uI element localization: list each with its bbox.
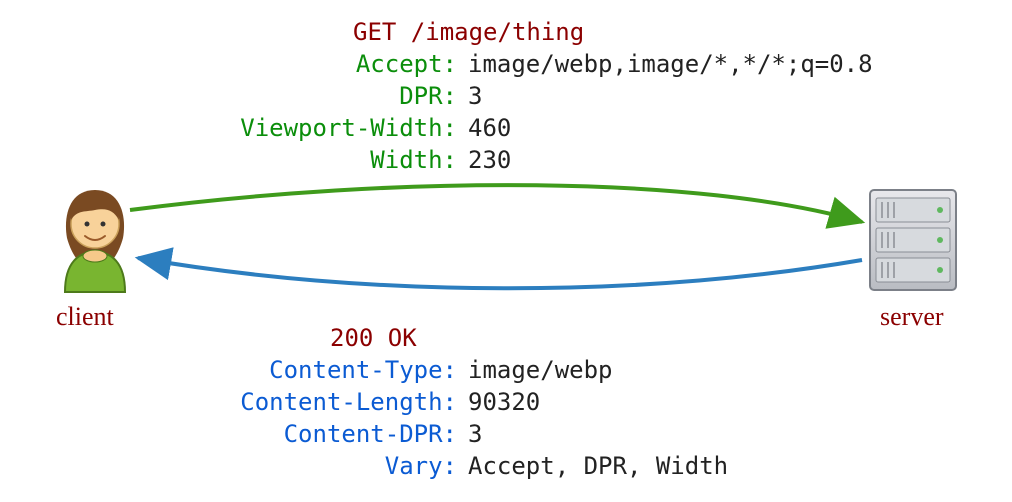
req-header-name-accept: Accept: — [356, 50, 457, 78]
req-header-value-accept: image/webp,image/*,*/*;q=0.8 — [468, 50, 873, 78]
req-header-name-dpr: DPR: — [399, 82, 457, 110]
resp-header-name-cdpr: Content-DPR: — [284, 420, 457, 448]
client-icon — [65, 190, 125, 292]
response-status-line: 200 OK — [330, 324, 417, 352]
resp-header-value-ctype: image/webp — [468, 356, 613, 384]
resp-header-value-cdpr: 3 — [468, 420, 482, 448]
req-header-value-viewport: 460 — [468, 114, 511, 142]
resp-header-name-vary: Vary: — [385, 452, 457, 480]
req-header-value-dpr: 3 — [468, 82, 482, 110]
resp-header-name-clen: Content-Length: — [240, 388, 457, 416]
server-icon — [870, 190, 956, 290]
request-arrow — [130, 185, 862, 222]
resp-header-value-clen: 90320 — [468, 388, 540, 416]
server-label: server — [880, 302, 944, 332]
resp-header-name-ctype: Content-Type: — [269, 356, 457, 384]
req-header-name-width: Width: — [370, 146, 457, 174]
req-header-name-viewport: Viewport-Width: — [240, 114, 457, 142]
resp-header-value-vary: Accept, DPR, Width — [468, 452, 728, 480]
request-line: GET /image/thing — [353, 18, 584, 46]
response-arrow — [138, 258, 862, 288]
req-header-value-width: 230 — [468, 146, 511, 174]
client-label: client — [56, 302, 114, 332]
